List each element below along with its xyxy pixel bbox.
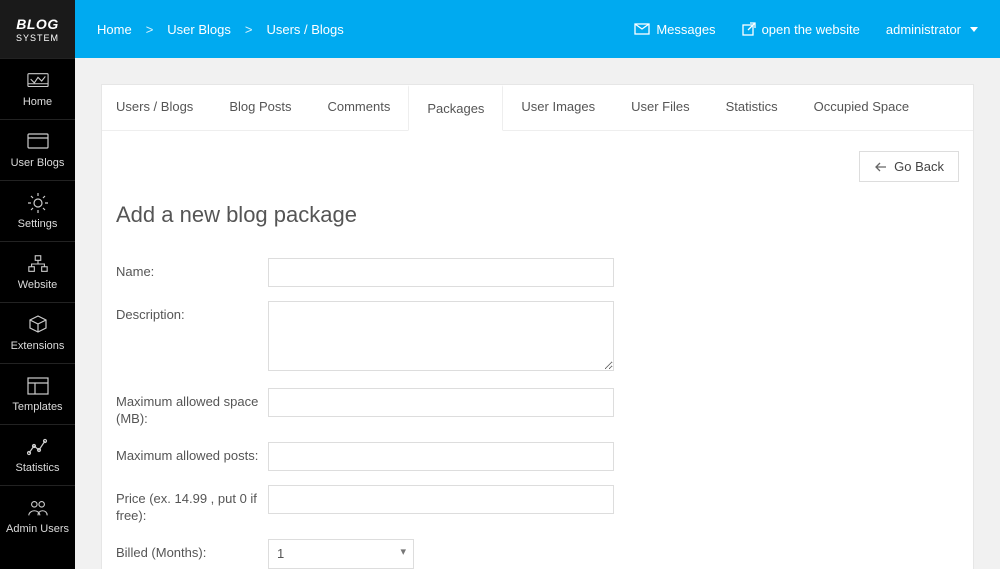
brand-line1: BLOG <box>16 16 58 32</box>
cube-icon <box>27 314 49 336</box>
sidebar-label: Website <box>18 279 58 291</box>
sidebar-label: Admin Users <box>6 523 69 535</box>
sidebar-item-website[interactable]: Website <box>0 241 75 302</box>
chevron-down-icon <box>970 27 978 32</box>
breadcrumb-item[interactable]: Home <box>97 22 132 37</box>
content: Users / Blogs Blog Posts Comments Packag… <box>75 58 1000 569</box>
go-back-button[interactable]: Go Back <box>859 151 959 182</box>
panel-body: Go Back Add a new blog package Name: Des… <box>102 131 973 569</box>
sidebar-item-settings[interactable]: Settings <box>0 180 75 241</box>
sidebar-label: Templates <box>12 401 62 413</box>
sidebar-label: User Blogs <box>11 157 65 169</box>
breadcrumb-sep: > <box>146 22 154 37</box>
window-icon <box>27 131 49 153</box>
breadcrumb-sep: > <box>245 22 253 37</box>
envelope-icon <box>634 23 650 35</box>
sidebar-label: Statistics <box>15 462 59 474</box>
maxspace-input[interactable] <box>268 388 614 417</box>
brand-logo: BLOG SYSTEM <box>0 0 75 58</box>
breadcrumb: Home > User Blogs > Users / Blogs <box>97 22 344 37</box>
tab-users-blogs[interactable]: Users / Blogs <box>102 85 211 130</box>
description-label: Description: <box>116 301 268 324</box>
tab-user-images[interactable]: User Images <box>503 85 613 130</box>
maxspace-label: Maximum allowed space (MB): <box>116 388 268 428</box>
price-input[interactable] <box>268 485 614 514</box>
sidebar-label: Extensions <box>11 340 65 352</box>
stats-icon <box>27 436 49 458</box>
tab-comments[interactable]: Comments <box>309 85 408 130</box>
tab-blog-posts[interactable]: Blog Posts <box>211 85 309 130</box>
user-label: administrator <box>886 22 961 37</box>
breadcrumb-item[interactable]: Users / Blogs <box>266 22 343 37</box>
home-icon <box>27 70 49 92</box>
maxposts-input[interactable] <box>268 442 614 471</box>
layout-icon <box>27 375 49 397</box>
brand-line2: SYSTEM <box>16 33 59 43</box>
tab-occupied-space[interactable]: Occupied Space <box>796 85 927 130</box>
sidebar-item-home[interactable]: Home <box>0 58 75 119</box>
external-link-icon <box>742 22 756 36</box>
price-label: Price (ex. 14.99 , put 0 if free): <box>116 485 268 525</box>
sidebar-item-admin-users[interactable]: Admin Users <box>0 485 75 546</box>
sidebar-label: Settings <box>18 218 58 230</box>
user-menu[interactable]: administrator <box>886 22 978 37</box>
gear-icon <box>27 192 49 214</box>
name-label: Name: <box>116 258 268 281</box>
description-textarea[interactable] <box>268 301 614 371</box>
tab-user-files[interactable]: User Files <box>613 85 708 130</box>
sidebar-item-templates[interactable]: Templates <box>0 363 75 424</box>
back-arrow-icon <box>874 161 888 173</box>
tab-packages[interactable]: Packages <box>408 85 503 131</box>
name-input[interactable] <box>268 258 614 287</box>
tab-statistics[interactable]: Statistics <box>708 85 796 130</box>
panel: Users / Blogs Blog Posts Comments Packag… <box>101 84 974 569</box>
billed-select[interactable]: 1 <box>268 539 414 569</box>
main-area: Home > User Blogs > Users / Blogs Messag… <box>75 0 1000 569</box>
sidebar-label: Home <box>23 96 52 108</box>
messages-link[interactable]: Messages <box>634 22 715 37</box>
billed-label: Billed (Months): <box>116 539 268 562</box>
maxposts-label: Maximum allowed posts: <box>116 442 268 465</box>
sidebar-item-extensions[interactable]: Extensions <box>0 302 75 363</box>
topbar: Home > User Blogs > Users / Blogs Messag… <box>75 0 1000 58</box>
tab-bar: Users / Blogs Blog Posts Comments Packag… <box>102 85 973 131</box>
sidebar-item-user-blogs[interactable]: User Blogs <box>0 119 75 180</box>
topbar-right: Messages open the website administrator <box>634 22 978 37</box>
go-back-label: Go Back <box>894 159 944 174</box>
page-title: Add a new blog package <box>116 202 959 228</box>
sitemap-icon <box>27 253 49 275</box>
sidebar: BLOG SYSTEM Home User Blogs Settings <box>0 0 75 569</box>
messages-label: Messages <box>656 22 715 37</box>
open-website-label: open the website <box>762 22 860 37</box>
users-icon <box>27 497 49 519</box>
breadcrumb-item[interactable]: User Blogs <box>167 22 231 37</box>
open-website-link[interactable]: open the website <box>742 22 860 37</box>
sidebar-item-statistics[interactable]: Statistics <box>0 424 75 485</box>
